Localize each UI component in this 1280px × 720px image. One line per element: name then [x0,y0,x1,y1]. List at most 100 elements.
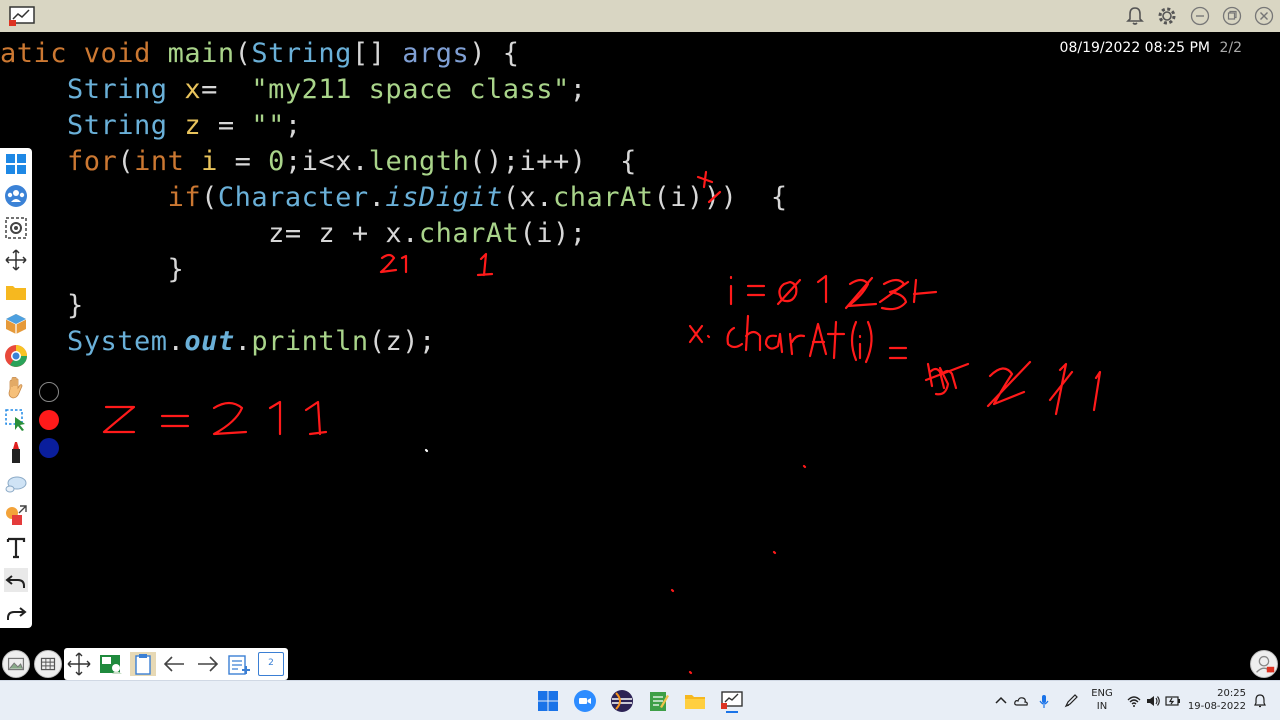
code-text-block: atic void main(String[] args) { String x… [0,36,788,360]
zoom-app-icon[interactable] [573,689,597,713]
browser-icon[interactable] [4,344,28,368]
language-indicator[interactable]: ENG IN [1088,687,1116,713]
file-explorer-icon[interactable] [683,689,707,713]
clock-date: 19-08-2022 [1187,701,1246,712]
system-clock[interactable]: 20:25 19-08-2022 [1186,687,1246,713]
code-token: 0 [268,146,285,177]
cloud-icon[interactable] [1013,693,1029,709]
code-token: main [167,38,235,69]
color-blue-swatch[interactable] [39,438,59,458]
redo-icon[interactable] [4,600,28,624]
code-token: if [167,182,202,213]
battery-icon[interactable] [1165,693,1181,709]
chevron-up-icon[interactable] [993,693,1009,709]
code-token: ; [569,74,587,105]
code-token: = [201,74,252,105]
grid-view-icon[interactable] [34,650,62,678]
arrow-right-icon[interactable] [194,652,220,676]
avatar-icon[interactable] [1250,650,1278,678]
start-button-icon[interactable] [536,689,560,713]
minimize-icon[interactable] [1189,5,1211,27]
color-red-swatch[interactable] [39,410,59,430]
notification-center-icon[interactable] [1252,693,1268,709]
code-token: length [368,146,470,177]
presenter-icon[interactable] [98,652,124,676]
code-token: int [134,146,185,177]
code-token: (i))) { [653,182,788,213]
screenshot-icon[interactable] [4,216,28,240]
code-line: String x= "my211 space class"; [0,72,788,108]
taskbar: ENG IN 20:25 19-08-2022 [0,680,1280,720]
move-icon[interactable] [4,248,28,272]
clock-time: 20:25 [1217,688,1246,699]
code-line: if(Character.isDigit(x.charAt(i))) { [0,180,788,216]
hand-icon[interactable] [4,376,28,400]
pen-icon[interactable] [1063,693,1079,709]
code-token: (x. [502,182,553,213]
code-token: (z); [368,326,436,357]
arrow-left-icon[interactable] [162,652,188,676]
wifi-icon[interactable] [1126,693,1142,709]
code-token: . [368,182,386,213]
whiteboard-app-icon[interactable] [9,6,35,26]
code-token: Character [217,182,369,213]
code-token: "my211 space class" [251,74,570,105]
undo-icon[interactable] [4,568,28,592]
page-count-badge[interactable]: 2 [258,652,284,676]
code-token: . [234,326,252,357]
eraser-icon[interactable] [4,472,28,496]
code-token: ;i<x. [284,146,369,177]
gallery-icon[interactable] [2,650,30,678]
code-token: out [184,326,235,357]
text-icon[interactable] [4,536,28,560]
code-token: String [67,74,168,105]
select-icon[interactable] [4,408,28,432]
whiteboard-taskbar-icon[interactable] [720,689,744,713]
windows-icon[interactable] [4,152,28,176]
color-black-swatch[interactable] [39,382,59,402]
3d-box-icon[interactable] [4,312,28,336]
microphone-icon[interactable] [1036,693,1052,709]
clipboard-icon[interactable] [130,652,156,676]
code-line: } [0,288,788,324]
code-token: z= z + x. [0,218,419,249]
volume-icon[interactable] [1145,693,1161,709]
marker-icon[interactable] [4,440,28,464]
add-page-icon[interactable] [226,652,252,676]
code-token: i [201,146,218,177]
page-indicator: 2/2 [1219,40,1242,56]
folder-icon[interactable] [4,280,28,304]
title-bar [0,0,1280,32]
code-token: charAt [553,182,654,213]
code-token: isDigit [385,182,503,213]
meeting-icon[interactable] [4,184,28,208]
whiteboard-canvas[interactable]: atic void main(String[] args) { String x… [0,32,1280,680]
settings-gear-icon[interactable] [1156,5,1178,27]
notification-bell-icon[interactable] [1124,5,1146,27]
code-token: ) { [469,38,520,69]
move-icon[interactable] [66,652,92,676]
close-icon[interactable] [1253,5,1275,27]
left-toolbar [0,148,32,628]
code-token: String [251,38,352,69]
code-token: [] [351,38,403,69]
restore-icon[interactable] [1221,5,1243,27]
code-token: ( [117,146,135,177]
code-token: "" [251,110,285,141]
shapes-icon[interactable] [4,504,28,528]
code-token: println [251,326,369,357]
code-token: String [67,110,168,141]
code-line: for(int i = 0;i<x.length();i++) { [0,144,788,180]
notepad-app-icon[interactable] [646,689,670,713]
eclipse-app-icon[interactable] [610,689,634,713]
timestamp: 08/19/2022 08:25 PM [1059,40,1210,56]
region-code: IN [1096,701,1108,712]
code-token: x [184,74,202,105]
code-token: = [217,146,269,177]
